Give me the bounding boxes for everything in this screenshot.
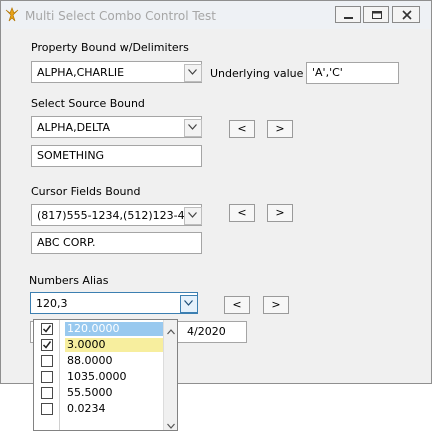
close-button[interactable]	[392, 6, 420, 23]
select-source-label: Select Source Bound	[31, 97, 145, 110]
numbers-alias-prev-button[interactable]: <	[224, 296, 250, 314]
property-bound-combo-value: ALPHA,CHARLIE	[37, 66, 125, 79]
scroll-up-icon[interactable]	[167, 325, 175, 338]
property-bound-label: Property Bound w/Delimiters	[31, 41, 189, 54]
numbers-alias-combo-value: 120,3	[36, 297, 68, 310]
maximize-button[interactable]	[363, 6, 389, 23]
cursor-fields-dropdown-button[interactable]	[184, 207, 202, 225]
cursor-fields-next-button[interactable]: >	[267, 204, 293, 222]
select-source-text-field[interactable]: SOMETHING	[31, 145, 202, 167]
select-source-combo-value: ALPHA,DELTA	[37, 121, 111, 134]
minimize-button[interactable]	[335, 6, 361, 23]
list-item[interactable]: 120.0000	[34, 321, 163, 337]
list-item-label: 0.0234	[67, 402, 106, 415]
checkmark-icon	[42, 341, 52, 349]
list-item-label: 55.5000	[67, 386, 113, 399]
checkbox[interactable]	[41, 371, 53, 383]
select-source-dropdown-button[interactable]	[184, 119, 202, 137]
list-item[interactable]: 0.0234	[34, 401, 163, 417]
underlying-value-label: Underlying value	[210, 67, 304, 80]
select-source-combo[interactable]: ALPHA,DELTA	[31, 116, 202, 138]
title-bar[interactable]: Multi Select Combo Control Test	[1, 1, 431, 29]
chevron-down-icon	[184, 300, 193, 306]
checkbox[interactable]	[41, 323, 53, 335]
cursor-fields-combo-value: (817)555-1234,(512)123-4	[37, 209, 185, 222]
checkbox[interactable]	[41, 355, 53, 367]
window-title: Multi Select Combo Control Test	[25, 9, 216, 23]
list-scrollbar[interactable]	[163, 320, 177, 430]
checkbox[interactable]	[41, 339, 53, 351]
list-item[interactable]: 1035.0000	[34, 369, 163, 385]
chevron-down-icon	[188, 124, 197, 130]
select-source-next-button[interactable]: >	[267, 120, 293, 138]
cursor-fields-prev-button[interactable]: <	[229, 204, 255, 222]
cursor-fields-text-field[interactable]: ABC CORP.	[31, 232, 202, 254]
underlying-value-field[interactable]: 'A','C'	[306, 62, 399, 84]
numbers-alias-dropdown-list[interactable]: 120.0000 3.0000 88.0000 1035.0000 55.500…	[33, 319, 178, 431]
checkmark-icon	[42, 325, 52, 333]
numbers-alias-combo[interactable]: 120,3	[30, 292, 198, 314]
property-bound-combo[interactable]: ALPHA,CHARLIE	[31, 61, 202, 83]
list-item-label: 120.0000	[65, 322, 163, 336]
close-icon	[402, 10, 412, 20]
select-source-prev-button[interactable]: <	[229, 120, 255, 138]
chevron-down-icon	[188, 212, 197, 218]
numbers-alias-label: Numbers Alias	[29, 274, 109, 287]
checkbox[interactable]	[41, 387, 53, 399]
cursor-fields-combo[interactable]: (817)555-1234,(512)123-4	[31, 204, 202, 226]
minimize-icon	[344, 17, 353, 19]
chevron-down-icon	[188, 69, 197, 75]
numbers-alias-dropdown-button[interactable]	[180, 295, 198, 313]
checkbox[interactable]	[41, 403, 53, 415]
list-item[interactable]: 88.0000	[34, 353, 163, 369]
list-item-label: 3.0000	[65, 338, 163, 352]
cursor-fields-label: Cursor Fields Bound	[31, 185, 141, 198]
list-item-label: 88.0000	[67, 354, 113, 367]
numbers-alias-next-button[interactable]: >	[263, 296, 289, 314]
list-item[interactable]: 3.0000	[34, 337, 163, 353]
property-bound-dropdown-button[interactable]	[184, 64, 202, 82]
list-item[interactable]: 55.5000	[34, 385, 163, 401]
scroll-down-icon[interactable]	[167, 419, 175, 432]
list-item-label: 1035.0000	[67, 370, 127, 383]
maximize-icon	[372, 11, 382, 19]
app-icon	[4, 7, 20, 23]
